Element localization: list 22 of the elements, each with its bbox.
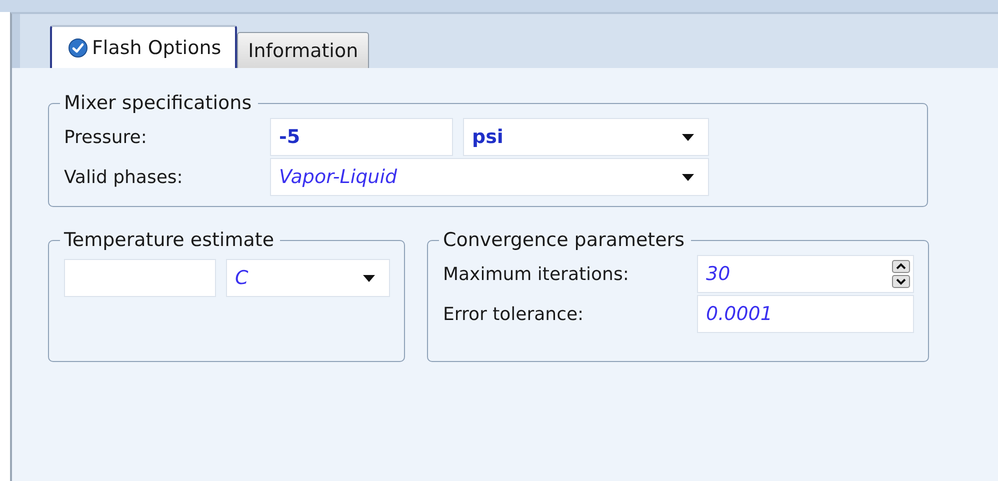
chevron-down-icon[interactable]: [892, 275, 910, 288]
checkmark-icon: [68, 38, 88, 58]
chevron-up-icon[interactable]: [892, 260, 910, 273]
group-title: Mixer specifications: [63, 92, 253, 114]
dropdown[interactable]: Vapor-Liquid: [270, 158, 709, 196]
input-field[interactable]: [64, 259, 216, 297]
input-field[interactable]: 0.0001: [697, 295, 914, 333]
dropdown[interactable]: psi: [463, 118, 709, 156]
dropdown-arrow-icon: [682, 134, 694, 140]
input-field[interactable]: 30: [697, 255, 914, 293]
tab[interactable]: Flash Options: [50, 25, 238, 68]
group-title: Temperature estimate: [63, 229, 276, 251]
field-label: Valid phases:: [64, 166, 184, 188]
dropdown-arrow-icon: [682, 174, 694, 180]
dropdown-arrow-icon: [363, 274, 375, 282]
input-field[interactable]: -5: [270, 118, 453, 156]
field-label: Pressure:: [64, 126, 148, 148]
group-title: Convergence parameters: [442, 229, 686, 251]
field-label: Maximum iterations:: [443, 264, 630, 284]
tab[interactable]: Information: [237, 32, 370, 68]
dropdown[interactable]: C: [226, 259, 390, 297]
field-label: Error tolerance:: [443, 304, 585, 324]
